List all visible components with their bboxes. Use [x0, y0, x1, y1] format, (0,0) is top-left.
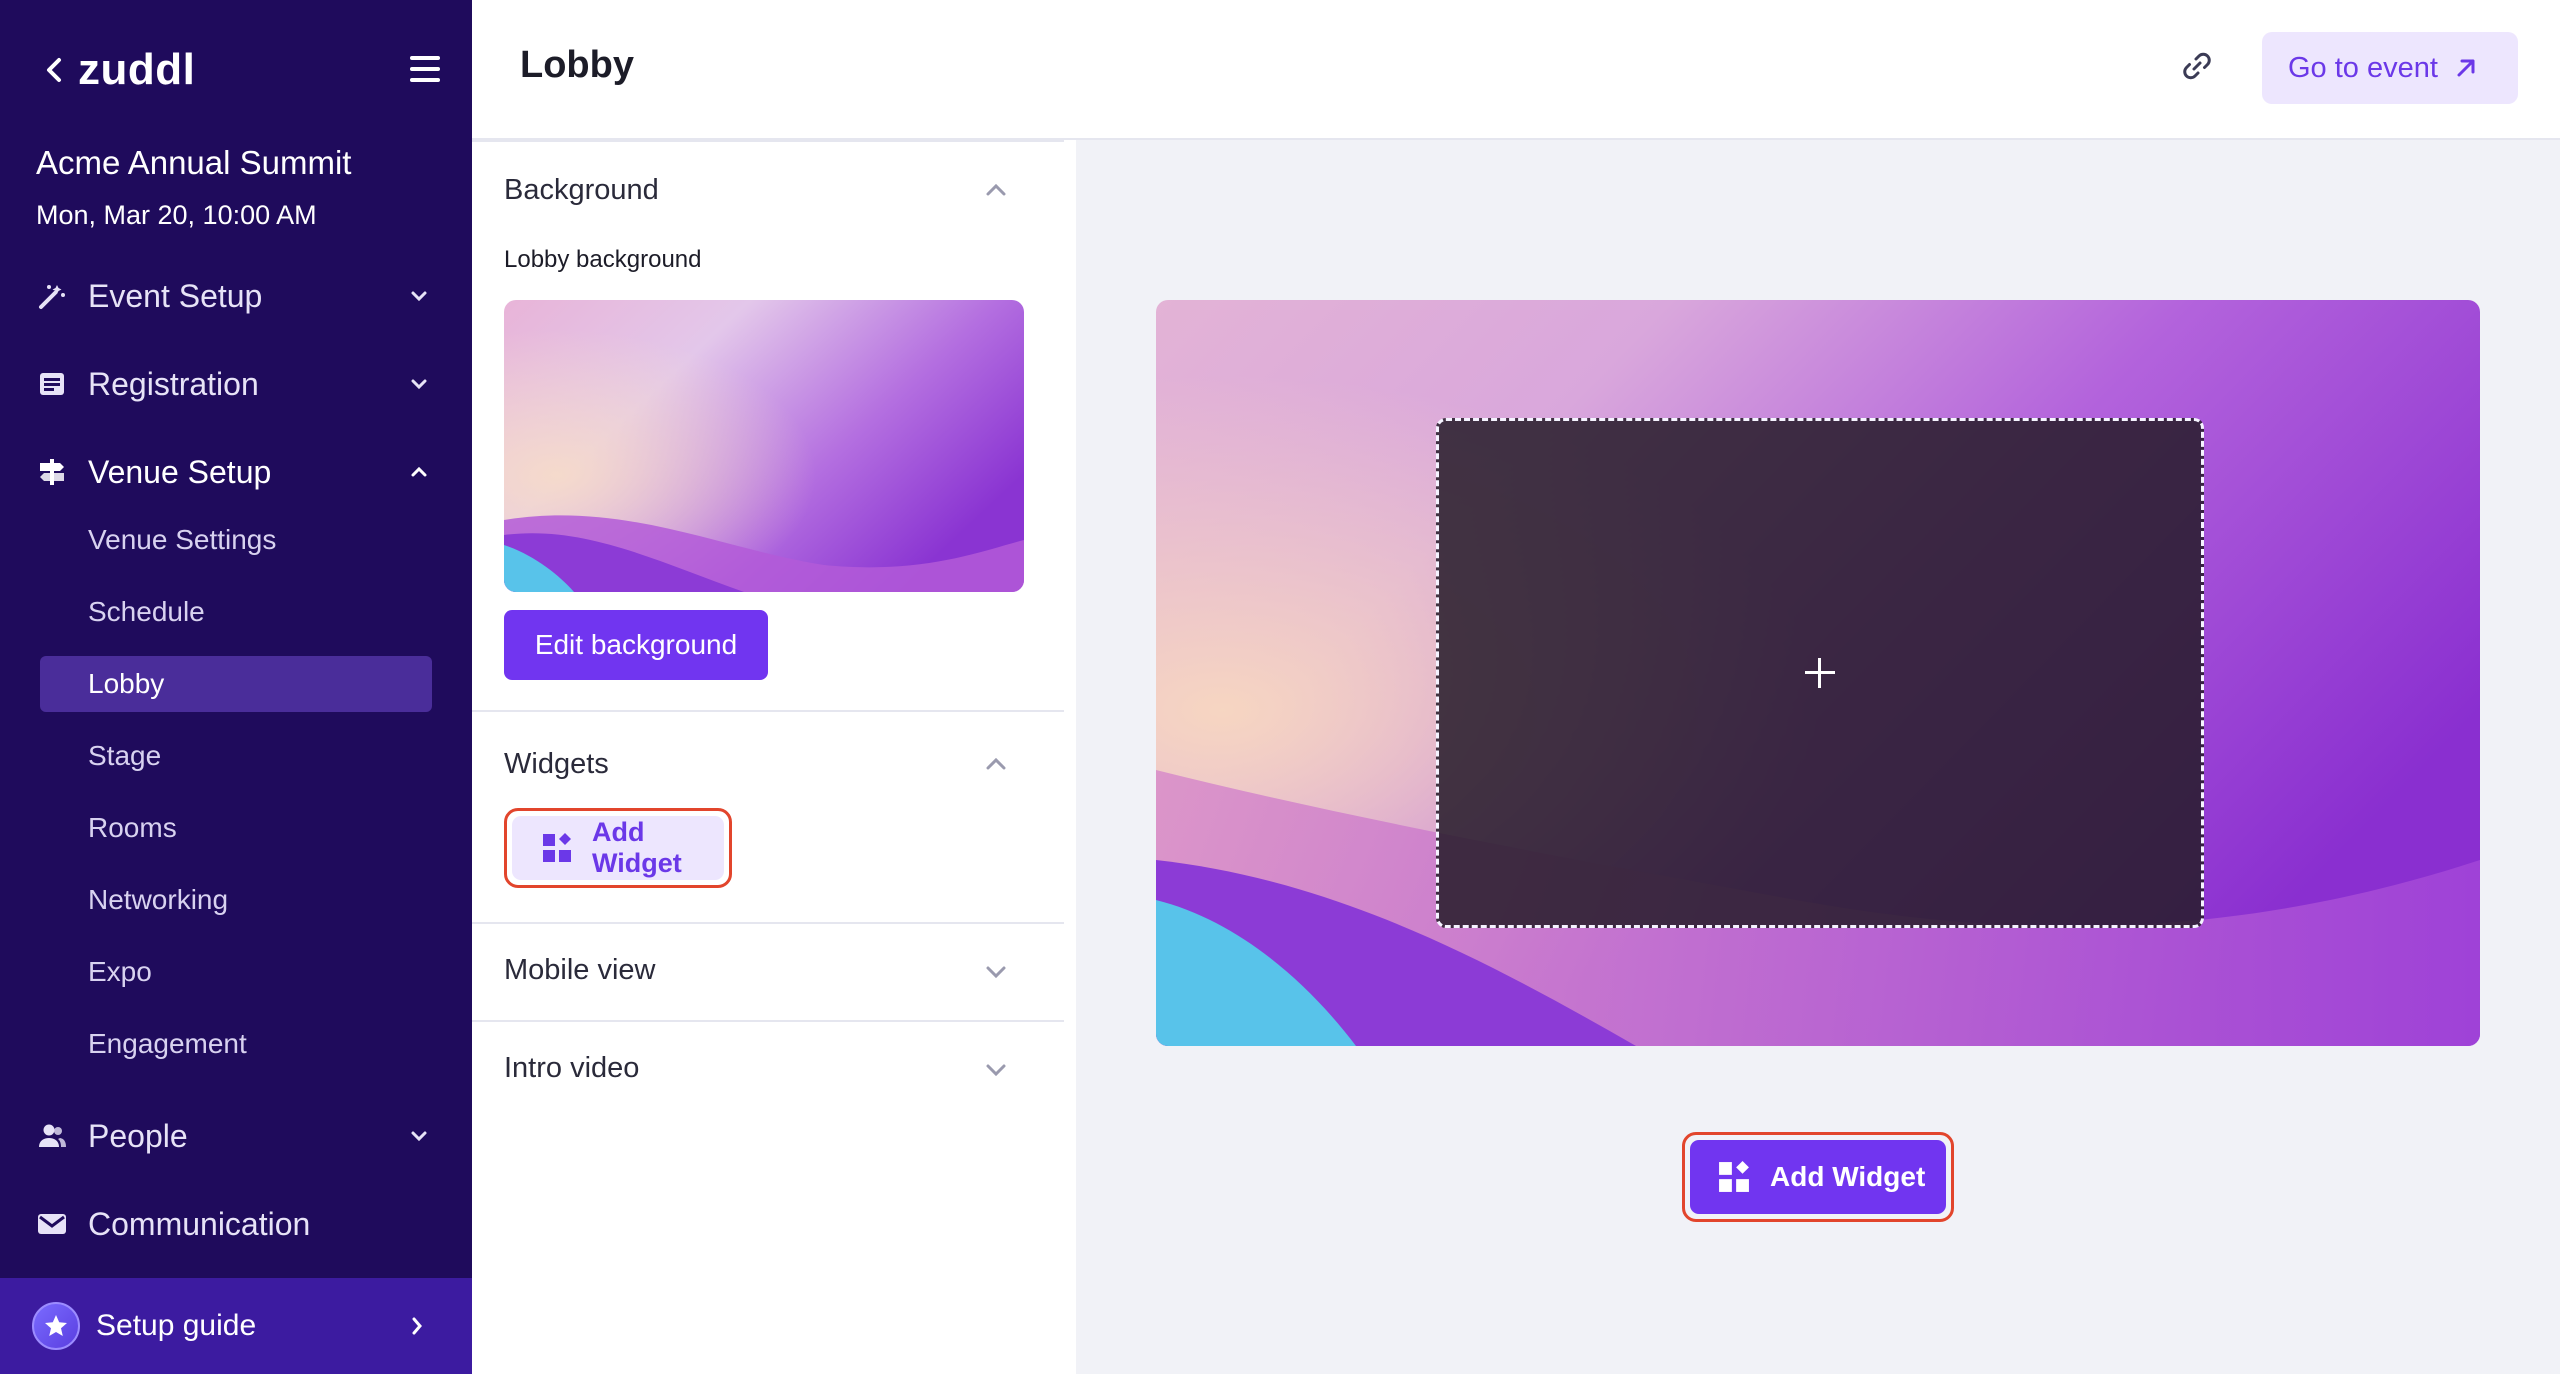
lobby-preview: [1156, 300, 2480, 1046]
copy-link-button[interactable]: [2172, 46, 2222, 90]
plus-icon: [1805, 658, 1835, 688]
nav-section-people[interactable]: People: [0, 1100, 472, 1172]
sidebar-item-expo[interactable]: Expo: [40, 944, 432, 1000]
edit-background-button[interactable]: Edit background: [504, 610, 768, 680]
sidebar-item-label: Venue Settings: [88, 524, 277, 555]
magic-wand-icon: [36, 280, 68, 312]
mobile-view-section[interactable]: Mobile view: [472, 924, 1064, 1022]
background-thumbnail[interactable]: [504, 300, 1024, 592]
chevron-right-icon: [406, 1315, 428, 1337]
go-to-event-label: Go to event: [2288, 51, 2438, 84]
background-section-header[interactable]: Background: [504, 174, 659, 207]
chevron-down-icon: [408, 373, 430, 395]
nav-label: Venue Setup: [88, 453, 272, 490]
widget-placeholder[interactable]: [1436, 418, 2204, 928]
chevron-up-icon: [408, 461, 430, 483]
add-widget-label: Add Widget: [592, 817, 682, 878]
arrow-up-right-icon: [2454, 56, 2478, 80]
signpost-icon: [36, 456, 68, 488]
widgets-icon: [542, 833, 572, 863]
sidebar-item-label: Rooms: [88, 812, 177, 843]
brand-row: zuddl: [40, 40, 440, 100]
sidebar: zuddl Acme Annual Summit Mon, Mar 20, 10…: [0, 0, 472, 1374]
add-widget-button[interactable]: Add Widget: [504, 808, 732, 888]
link-icon: [2179, 48, 2215, 89]
form-icon: [36, 368, 68, 400]
nav-label: Registration: [88, 365, 259, 402]
go-to-event-button[interactable]: Go to event: [2262, 32, 2518, 104]
edit-background-label: Edit background: [534, 629, 738, 660]
setup-guide-button[interactable]: Setup guide: [0, 1278, 472, 1374]
event-date: Mon, Mar 20, 10:00 AM: [36, 200, 317, 230]
sidebar-item-label: Lobby: [88, 668, 165, 699]
mobile-view-header[interactable]: Mobile view: [504, 954, 656, 987]
chevron-up-icon[interactable]: [984, 752, 1008, 776]
sidebar-item-schedule[interactable]: Schedule: [40, 584, 432, 640]
page-title: Lobby: [520, 44, 634, 86]
nav-section-event-setup[interactable]: Event Setup: [0, 260, 472, 332]
top-header: Lobby Go to event: [472, 0, 2560, 140]
add-widget-canvas-button[interactable]: Add Widget: [1682, 1132, 1954, 1222]
lobby-background-caption: Lobby background: [504, 246, 702, 273]
sidebar-item-lobby[interactable]: Lobby: [40, 656, 432, 712]
intro-video-header[interactable]: Intro video: [504, 1052, 639, 1085]
logo[interactable]: zuddl: [78, 45, 195, 95]
nav-label: People: [88, 1117, 188, 1154]
intro-video-section[interactable]: Intro video: [472, 1022, 1064, 1120]
event-name: Acme Annual Summit: [36, 144, 352, 181]
background-section: Background Lobby background Edit backgro…: [472, 140, 1064, 712]
nav-section-registration[interactable]: Registration: [0, 348, 472, 420]
sidebar-item-networking[interactable]: Networking: [40, 872, 432, 928]
add-widget-label: Add Widget: [1770, 1161, 1926, 1192]
lobby-canvas: Add Widget: [1076, 140, 2560, 1374]
nav-label: Communication: [88, 1205, 311, 1242]
people-icon: [36, 1120, 68, 1152]
sidebar-item-venue-settings[interactable]: Venue Settings: [40, 512, 432, 568]
widgets-icon: [1718, 1161, 1750, 1193]
chevron-down-icon[interactable]: [984, 960, 1008, 984]
sidebar-item-label: Stage: [88, 740, 162, 771]
chevron-down-icon: [408, 285, 430, 307]
mail-icon: [36, 1208, 68, 1240]
nav-label: Event Setup: [88, 277, 263, 314]
nav-section-communication[interactable]: Communication: [0, 1188, 472, 1260]
sidebar-item-label: Networking: [88, 884, 229, 915]
star-icon: [32, 1302, 80, 1350]
setup-guide-label: Setup guide: [96, 1309, 257, 1342]
sidebar-item-label: Engagement: [88, 1028, 247, 1059]
sidebar-item-rooms[interactable]: Rooms: [40, 800, 432, 856]
sidebar-item-engagement[interactable]: Engagement: [40, 1016, 432, 1072]
sidebar-item-stage[interactable]: Stage: [40, 728, 432, 784]
settings-panel: Background Lobby background Edit backgro…: [472, 140, 1076, 1374]
chevron-down-icon: [408, 1125, 430, 1147]
sidebar-item-label: Expo: [88, 956, 152, 987]
nav-section-venue-setup[interactable]: Venue Setup: [0, 436, 472, 508]
widgets-section-header[interactable]: Widgets: [504, 748, 609, 781]
chevron-up-icon[interactable]: [984, 178, 1008, 202]
back-chevron-icon[interactable]: [40, 56, 68, 84]
sidebar-item-label: Schedule: [88, 596, 205, 627]
chevron-down-icon[interactable]: [984, 1058, 1008, 1082]
menu-icon[interactable]: [410, 56, 440, 82]
